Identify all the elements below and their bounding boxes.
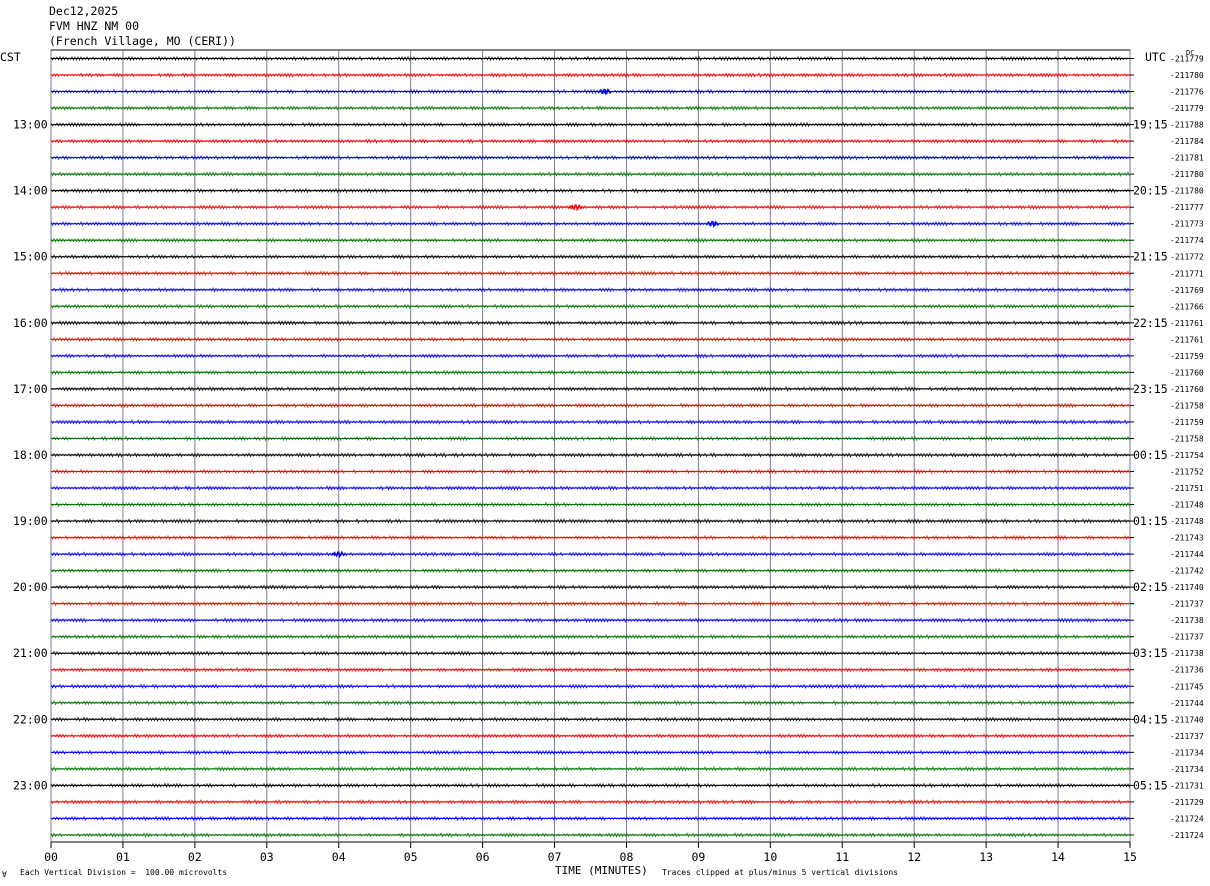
dc-offset-label: -211737 bbox=[1170, 600, 1204, 609]
dc-offset-label: -211766 bbox=[1170, 302, 1204, 311]
dc-offset-label: -211776 bbox=[1170, 88, 1204, 97]
dc-offset-label: -211754 bbox=[1170, 451, 1204, 460]
dc-offset-label: -211779 bbox=[1170, 55, 1204, 64]
dc-offset-label: -211740 bbox=[1170, 583, 1204, 592]
x-tick-label: 11 bbox=[835, 850, 849, 864]
scale-note: Each Vertical Division = 100.00 microvol… bbox=[20, 868, 228, 877]
x-tick-label: 08 bbox=[620, 850, 634, 864]
x-tick-label: 09 bbox=[691, 850, 705, 864]
right-hour-label: 04:15 bbox=[1133, 712, 1168, 726]
x-axis-title: TIME (MINUTES) bbox=[555, 864, 648, 877]
left-hour-label: 16:00 bbox=[13, 316, 48, 330]
dc-offset-label: -211772 bbox=[1170, 253, 1204, 262]
left-hour-label: 15:00 bbox=[13, 250, 48, 264]
dc-offset-label: -211779 bbox=[1170, 104, 1204, 113]
dc-offset-label: -211758 bbox=[1170, 434, 1204, 443]
dc-offset-label: -211731 bbox=[1170, 781, 1204, 790]
left-hour-label: 17:00 bbox=[13, 382, 48, 396]
dc-offset-label: -211724 bbox=[1170, 831, 1204, 840]
left-hour-label: 14:00 bbox=[13, 184, 48, 198]
right-hour-label: 22:15 bbox=[1133, 316, 1168, 330]
dc-offset-label: -211760 bbox=[1170, 385, 1204, 394]
x-tick-label: 03 bbox=[260, 850, 274, 864]
dc-offset-label: -211780 bbox=[1170, 187, 1204, 196]
dc-offset-label: -211744 bbox=[1170, 550, 1204, 559]
dc-offset-label: -211724 bbox=[1170, 814, 1204, 823]
right-hour-label: 03:15 bbox=[1133, 646, 1168, 660]
dc-offset-label: -211758 bbox=[1170, 401, 1204, 410]
dc-offset-label: -211738 bbox=[1170, 649, 1204, 658]
right-hour-label: 02:15 bbox=[1133, 580, 1168, 594]
dc-offset-label: -211743 bbox=[1170, 534, 1204, 543]
dc-offset-label: -211773 bbox=[1170, 220, 1204, 229]
clip-note: Traces clipped at plus/minus 5 vertical … bbox=[662, 868, 899, 877]
dc-offset-label: -211777 bbox=[1170, 203, 1204, 212]
dc-offset-label: -211737 bbox=[1170, 732, 1204, 741]
right-hour-label: 21:15 bbox=[1133, 250, 1168, 264]
left-hour-label: 19:00 bbox=[13, 514, 48, 528]
dc-offset-label: -211769 bbox=[1170, 286, 1204, 295]
dc-offset-label: -211748 bbox=[1170, 517, 1204, 526]
dc-offset-label: -211761 bbox=[1170, 319, 1204, 328]
dc-offset-label: -211781 bbox=[1170, 154, 1204, 163]
left-hour-label: 21:00 bbox=[13, 646, 48, 660]
dc-offset-label: -211759 bbox=[1170, 352, 1204, 361]
x-tick-label: 13 bbox=[979, 850, 993, 864]
dc-offset-label: -211759 bbox=[1170, 418, 1204, 427]
right-hour-label: 01:15 bbox=[1133, 514, 1168, 528]
corner-mark: ∀ bbox=[2, 870, 7, 879]
left-hour-label: 18:00 bbox=[13, 448, 48, 462]
dc-offset-label: -211736 bbox=[1170, 666, 1204, 675]
x-tick-label: 14 bbox=[1051, 850, 1065, 864]
left-hour-label: 13:00 bbox=[13, 118, 48, 132]
helicorder-plot: 00 01 02 03 04 05 06 07 08 09 10 11 12 13 14 15 -211779 -… bbox=[13, 49, 1204, 864]
right-hour-label: 05:15 bbox=[1133, 778, 1168, 792]
left-hour-label: 22:00 bbox=[13, 712, 48, 726]
plot-frame bbox=[50, 49, 1131, 843]
dc-offset-label: -211745 bbox=[1170, 682, 1204, 691]
dc-offset-label: -211744 bbox=[1170, 699, 1204, 708]
right-hour-label: 00:15 bbox=[1133, 448, 1168, 462]
dc-offset-label: -211734 bbox=[1170, 748, 1204, 757]
x-tick-label: 02 bbox=[188, 850, 202, 864]
dc-offset-label: -211774 bbox=[1170, 236, 1204, 245]
x-tick-label: 00 bbox=[44, 850, 58, 864]
dc-offset-label: -211734 bbox=[1170, 765, 1204, 774]
x-tick-label: 07 bbox=[548, 850, 562, 864]
x-tick-label: 15 bbox=[1123, 850, 1137, 864]
dc-offset-label: -211748 bbox=[1170, 501, 1204, 510]
right-hour-label: 20:15 bbox=[1133, 184, 1168, 198]
dc-offset-label: -211738 bbox=[1170, 616, 1204, 625]
dc-offset-label: -211788 bbox=[1170, 121, 1204, 130]
x-tick-label: 05 bbox=[404, 850, 418, 864]
left-hour-label: 20:00 bbox=[13, 580, 48, 594]
x-tick-label: 06 bbox=[476, 850, 490, 864]
dc-offset-label: -211771 bbox=[1170, 269, 1204, 278]
right-hour-label: 23:15 bbox=[1133, 382, 1168, 396]
dc-offset-label: -211752 bbox=[1170, 468, 1204, 477]
x-tick-label: 10 bbox=[763, 850, 777, 864]
dc-offset-label: -211780 bbox=[1170, 71, 1204, 80]
dc-offset-label: -211737 bbox=[1170, 633, 1204, 642]
dc-offset-label: -211740 bbox=[1170, 715, 1204, 724]
dc-offset-label: -211751 bbox=[1170, 484, 1204, 493]
dc-offset-label: -211780 bbox=[1170, 170, 1204, 179]
right-hour-label: 19:15 bbox=[1133, 118, 1168, 132]
seismic-trace bbox=[50, 666, 1130, 673]
x-tick-label: 04 bbox=[332, 850, 346, 864]
dc-offset-label: -211784 bbox=[1170, 137, 1204, 146]
dc-offset-label: -211729 bbox=[1170, 798, 1204, 807]
seismic-trace bbox=[50, 237, 1130, 244]
left-hour-label: 23:00 bbox=[13, 778, 48, 792]
x-tick-label: 12 bbox=[907, 850, 921, 864]
x-tick-label: 01 bbox=[116, 850, 130, 864]
dc-offset-label: -211761 bbox=[1170, 335, 1204, 344]
dc-offset-label: -211760 bbox=[1170, 368, 1204, 377]
dc-offset-label: -211742 bbox=[1170, 567, 1204, 576]
